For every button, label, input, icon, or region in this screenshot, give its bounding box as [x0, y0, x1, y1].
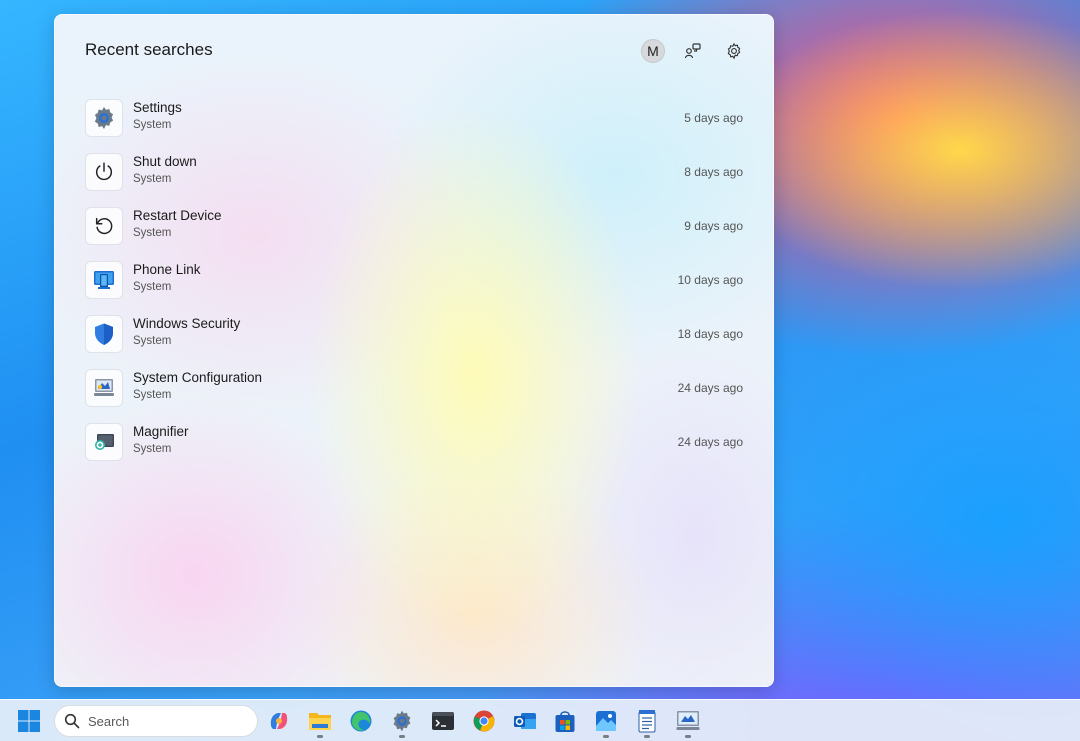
windows-logo-icon	[18, 710, 40, 732]
running-indicator	[399, 735, 405, 738]
taskbar-terminal[interactable]	[429, 707, 457, 735]
panel-title: Recent searches	[85, 40, 213, 59]
connections-icon	[684, 43, 701, 59]
system-configuration-icon	[85, 369, 123, 407]
taskbar-notepad[interactable]	[633, 707, 661, 735]
item-title: Phone Link	[133, 262, 201, 277]
settings-gear-icon	[85, 99, 123, 137]
store-bag-icon	[555, 711, 575, 732]
item-time: 24 days ago	[677, 381, 743, 395]
item-category: System	[133, 173, 172, 185]
running-indicator	[685, 735, 691, 738]
running-indicator	[603, 735, 609, 738]
account-avatar-button[interactable]: M	[641, 39, 665, 63]
recent-search-item-restart-device[interactable]: Restart Device System 9 days ago	[85, 204, 745, 250]
search-icon	[64, 713, 80, 729]
outlook-icon	[514, 713, 536, 729]
item-time: 18 days ago	[677, 327, 743, 341]
taskbar-outlook[interactable]	[511, 707, 539, 735]
item-category: System	[133, 443, 172, 455]
notepad-icon	[638, 710, 656, 733]
taskbar-search-box[interactable]: Search	[54, 705, 258, 737]
running-indicator	[317, 735, 323, 738]
item-time: 24 days ago	[677, 435, 743, 449]
magnifier-icon	[85, 423, 123, 461]
item-title: Restart Device	[133, 208, 222, 223]
recent-search-item-settings[interactable]: Settings System 5 days ago	[85, 96, 745, 142]
settings-gear-icon	[393, 710, 411, 732]
item-category: System	[133, 335, 172, 347]
folder-icon	[309, 713, 331, 730]
gear-icon	[727, 42, 741, 60]
item-time: 10 days ago	[677, 273, 743, 287]
search-flyout: Recent searches M Settings System 5 days…	[54, 14, 774, 687]
taskbar-copilot[interactable]	[265, 707, 293, 735]
item-category: System	[133, 227, 172, 239]
desktop-wallpaper: Recent searches M Settings System 5 days…	[0, 0, 1080, 741]
shield-icon	[85, 315, 123, 353]
chrome-icon	[473, 710, 495, 732]
connections-button[interactable]	[681, 39, 705, 63]
taskbar: Search	[0, 699, 1080, 741]
item-title: Shut down	[133, 154, 197, 169]
copilot-icon	[270, 713, 288, 729]
search-placeholder: Search	[88, 714, 130, 729]
item-title: System Configuration	[133, 370, 263, 385]
item-title: Windows Security	[133, 316, 241, 331]
taskbar-microsoft-store[interactable]	[551, 707, 579, 735]
item-title: Settings	[133, 100, 182, 115]
item-category: System	[133, 119, 172, 131]
recent-search-item-system-configuration[interactable]: System Configuration System 24 days ago	[85, 366, 745, 412]
photos-icon	[596, 711, 616, 731]
taskbar-file-explorer[interactable]	[306, 707, 334, 735]
item-time: 9 days ago	[684, 219, 743, 233]
recent-search-item-phone-link[interactable]: Phone Link System 10 days ago	[85, 258, 745, 304]
item-category: System	[133, 389, 172, 401]
start-button[interactable]	[17, 709, 41, 733]
item-time: 8 days ago	[684, 165, 743, 179]
recent-search-item-magnifier[interactable]: Magnifier System 24 days ago	[85, 420, 745, 466]
taskbar-chrome[interactable]	[470, 707, 498, 735]
terminal-icon	[432, 712, 454, 730]
running-indicator	[644, 735, 650, 738]
taskbar-settings[interactable]	[388, 707, 416, 735]
system-configuration-icon	[676, 711, 700, 730]
phone-link-icon	[85, 261, 123, 299]
taskbar-system-configuration[interactable]	[674, 707, 702, 735]
power-icon	[85, 153, 123, 191]
search-settings-button[interactable]	[722, 39, 746, 63]
taskbar-photos[interactable]	[592, 707, 620, 735]
restart-icon	[85, 207, 123, 245]
edge-browser-icon	[350, 710, 372, 732]
recent-search-item-windows-security[interactable]: Windows Security System 18 days ago	[85, 312, 745, 358]
item-title: Magnifier	[133, 424, 189, 439]
item-time: 5 days ago	[684, 111, 743, 125]
item-category: System	[133, 281, 172, 293]
recent-search-item-shut-down[interactable]: Shut down System 8 days ago	[85, 150, 745, 196]
taskbar-edge[interactable]	[347, 707, 375, 735]
